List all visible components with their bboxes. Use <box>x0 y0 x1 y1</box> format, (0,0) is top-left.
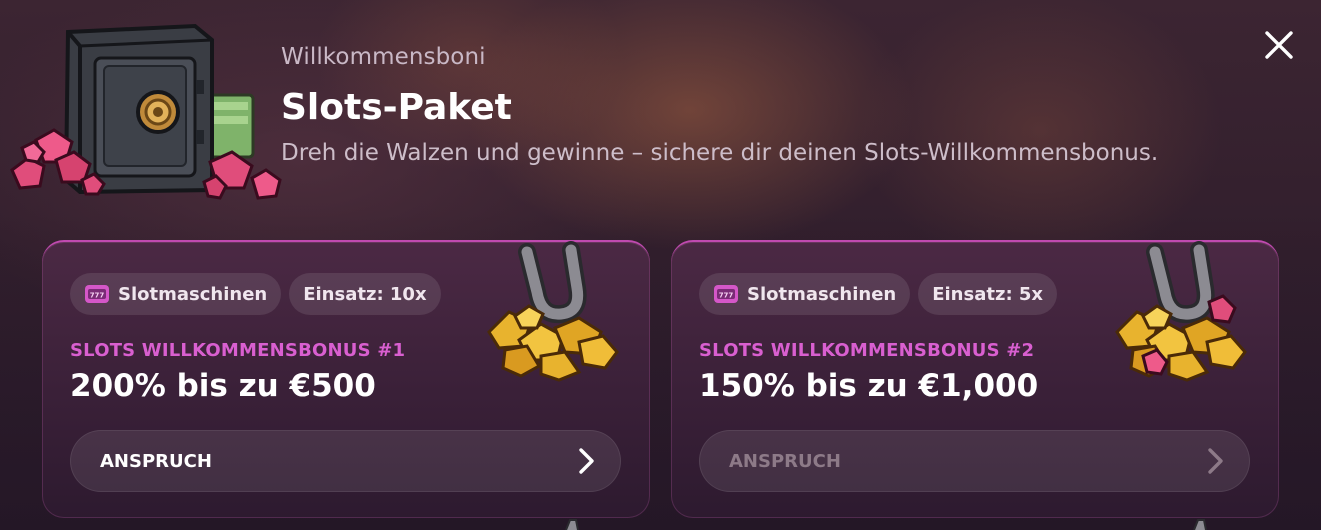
claim-button-label: ANSPRUCH <box>100 450 212 472</box>
chevron-right-icon <box>579 448 594 474</box>
claim-button[interactable]: ANSPRUCH <box>70 430 621 492</box>
bonus-label: SLOTS WILLKOMMENSBONUS #1 <box>70 340 406 361</box>
slot-machine-icon: 777 <box>714 285 738 303</box>
horseshoe-gold-icon <box>487 241 619 382</box>
svg-text:777: 777 <box>719 292 734 300</box>
category-label: Slotmaschinen <box>747 283 897 305</box>
chevron-right-icon <box>1208 448 1223 474</box>
horseshoe-gold-gems-icon <box>1115 241 1247 382</box>
bonus-card-2: 777 Slotmaschinen Einsatz: 5x SLOTS WILL… <box>671 240 1279 518</box>
category-tag: 777 Slotmaschinen <box>699 273 911 315</box>
header: Willkommensboni Slots-Paket Dreh die Wal… <box>281 44 1158 166</box>
bonus-amount: 150% bis zu €1,000 <box>699 368 1039 404</box>
bonus-amount: 200% bis zu €500 <box>70 368 376 404</box>
claim-button[interactable]: ANSPRUCH <box>699 430 1250 492</box>
bonus-label: SLOTS WILLKOMMENSBONUS #2 <box>699 340 1035 361</box>
slot-machine-icon: 777 <box>85 285 109 303</box>
horseshoe-peek-icon <box>565 519 579 530</box>
page-subtitle: Dreh die Walzen und gewinne – sichere di… <box>281 140 1159 166</box>
bonus-tags: 777 Slotmaschinen Einsatz: 5x <box>699 273 1058 315</box>
horseshoe-peek-icon <box>1193 519 1207 530</box>
category-label: Slotmaschinen <box>118 283 268 305</box>
category-tag: 777 Slotmaschinen <box>70 273 282 315</box>
close-icon[interactable] <box>1262 28 1296 62</box>
bonus-tags: 777 Slotmaschinen Einsatz: 10x <box>70 273 441 315</box>
wager-tag: Einsatz: 10x <box>289 273 441 315</box>
wager-tag: Einsatz: 5x <box>918 273 1058 315</box>
safe-with-gems-icon <box>10 23 282 200</box>
page-title: Slots-Paket <box>281 87 512 128</box>
wager-label: Einsatz: 10x <box>303 283 427 305</box>
header-eyebrow: Willkommensboni <box>281 44 486 70</box>
wager-label: Einsatz: 5x <box>932 283 1044 305</box>
bonus-card-1: 777 Slotmaschinen Einsatz: 10x SLOTS WIL… <box>42 240 650 518</box>
svg-text:777: 777 <box>90 292 105 300</box>
claim-button-label: ANSPRUCH <box>729 450 841 472</box>
